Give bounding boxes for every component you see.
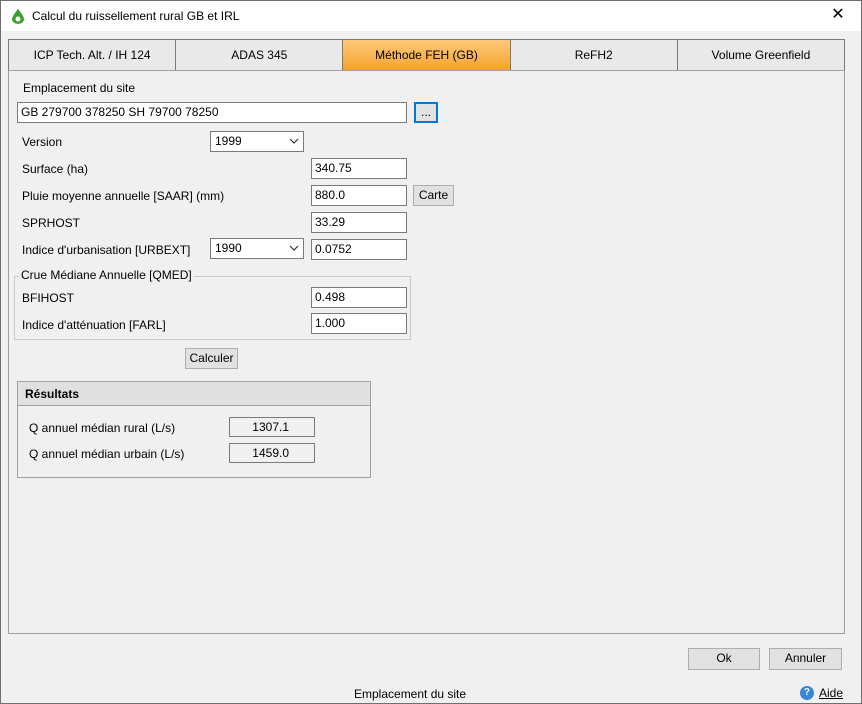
window-title: Calcul du ruissellement rural GB et IRL — [32, 9, 240, 23]
bfihost-label: BFIHOST — [22, 291, 75, 305]
urbext-year-select[interactable]: 1990 — [210, 238, 304, 259]
site-location-input[interactable]: GB 279700 378250 SH 79700 78250 — [17, 102, 407, 123]
version-select[interactable]: 1999 — [210, 131, 304, 152]
sprhost-label: SPRHOST — [22, 216, 81, 230]
tab-volume-greenfield[interactable]: Volume Greenfield — [676, 39, 846, 71]
farl-label: Indice d'atténuation [FARL] — [22, 318, 166, 332]
urban-flow-value: 1459.0 — [229, 443, 315, 463]
saar-input[interactable]: 880.0 — [311, 185, 407, 206]
title-bar: Calcul du ruissellement rural GB et IRL … — [1, 1, 861, 31]
rural-flow-value: 1307.1 — [229, 417, 315, 437]
calculer-button[interactable]: Calculer — [185, 348, 238, 369]
chevron-down-icon — [289, 245, 299, 251]
tab-panel — [8, 70, 845, 634]
annuler-button[interactable]: Annuler — [769, 648, 842, 670]
dialog-window: Calcul du ruissellement rural GB et IRL … — [0, 0, 862, 704]
help-link[interactable]: ? Aide — [799, 686, 843, 700]
tab-adas-345[interactable]: ADAS 345 — [175, 39, 343, 71]
drop-icon — [12, 9, 24, 24]
tab-refh2[interactable]: ReFH2 — [509, 39, 677, 71]
sprhost-input[interactable]: 33.29 — [311, 212, 407, 233]
help-label: Aide — [818, 686, 843, 700]
carte-button[interactable]: Carte — [413, 185, 454, 206]
urbext-input[interactable]: 0.0752 — [311, 239, 407, 260]
farl-input[interactable]: 1.000 — [311, 313, 407, 334]
status-text: Emplacement du site — [354, 687, 467, 701]
close-button[interactable]: ✕ — [815, 1, 861, 31]
tab-icp-tech-alt[interactable]: ICP Tech. Alt. / IH 124 — [8, 39, 176, 71]
surface-input[interactable]: 340.75 — [311, 158, 407, 179]
urbext-label: Indice d'urbanisation [URBEXT] — [22, 243, 191, 257]
urbext-year-value: 1990 — [215, 241, 242, 255]
version-label: Version — [22, 135, 63, 149]
saar-label: Pluie moyenne annuelle [SAAR] (mm) — [22, 189, 225, 203]
rural-flow-label: Q annuel médian rural (L/s) — [29, 421, 176, 435]
chevron-down-icon — [289, 138, 299, 144]
surface-label: Surface (ha) — [22, 162, 89, 176]
tab-bar: ICP Tech. Alt. / IH 124 ADAS 345 Méthode… — [8, 39, 846, 71]
urban-flow-label: Q annuel médian urbain (L/s) — [29, 447, 185, 461]
bfihost-input[interactable]: 0.498 — [311, 287, 407, 308]
results-title: Résultats — [18, 382, 370, 406]
help-icon: ? — [799, 686, 814, 700]
qmed-group-title: Crue Médiane Annuelle [QMED] — [19, 268, 194, 282]
close-icon: ✕ — [831, 6, 845, 23]
tab-methode-feh[interactable]: Méthode FEH (GB) — [342, 39, 510, 71]
ok-button[interactable]: Ok — [688, 648, 760, 670]
site-location-label: Emplacement du site — [23, 81, 136, 95]
browse-button[interactable]: ... — [414, 102, 438, 123]
version-value: 1999 — [215, 134, 242, 148]
